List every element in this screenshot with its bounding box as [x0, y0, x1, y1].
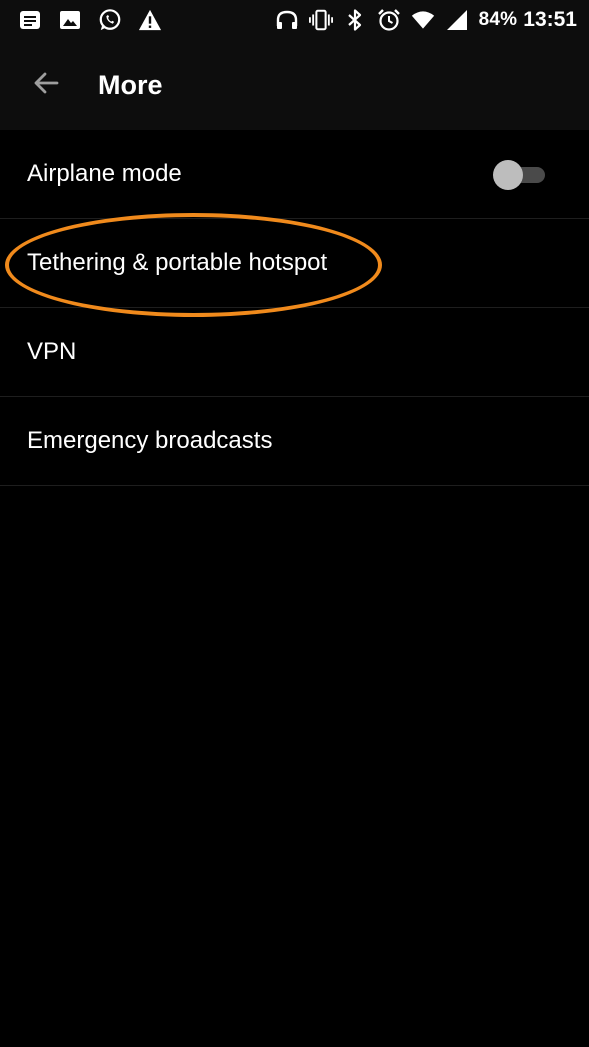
settings-list: Airplane mode Tethering & portable hotsp…	[0, 130, 589, 486]
wifi-icon	[411, 8, 435, 32]
signal-icon	[445, 8, 469, 32]
image-icon	[58, 8, 82, 32]
airplane-mode-toggle[interactable]	[493, 158, 545, 190]
back-button[interactable]	[16, 55, 76, 115]
toggle-thumb	[493, 160, 523, 190]
vibrate-icon	[308, 8, 333, 32]
arrow-left-icon	[31, 68, 61, 103]
status-bar: 84% 13:51	[0, 0, 589, 40]
tethering-hotspot-item[interactable]: Tethering & portable hotspot	[0, 219, 589, 308]
page-title: More	[98, 69, 163, 100]
notes-icon	[18, 8, 42, 32]
alarm-icon	[377, 8, 401, 32]
app-bar: More	[0, 40, 589, 130]
airplane-mode-item[interactable]: Airplane mode	[0, 130, 589, 219]
airplane-mode-label: Airplane mode	[27, 160, 182, 187]
battery-level: 84%	[478, 9, 518, 30]
vpn-item[interactable]: VPN	[0, 308, 589, 397]
bluetooth-icon	[343, 8, 367, 32]
warning-icon	[138, 8, 162, 32]
emergency-broadcasts-item[interactable]: Emergency broadcasts	[0, 397, 589, 486]
emergency-broadcasts-label: Emergency broadcasts	[27, 427, 273, 454]
status-left-icons	[18, 8, 178, 32]
vpn-label: VPN	[27, 338, 77, 365]
status-time: 13:51	[523, 8, 577, 31]
whatsapp-icon	[98, 8, 122, 32]
headphones-icon	[275, 8, 299, 32]
tethering-hotspot-label: Tethering & portable hotspot	[27, 249, 328, 276]
status-right-icons: 84% 13:51	[265, 8, 577, 32]
